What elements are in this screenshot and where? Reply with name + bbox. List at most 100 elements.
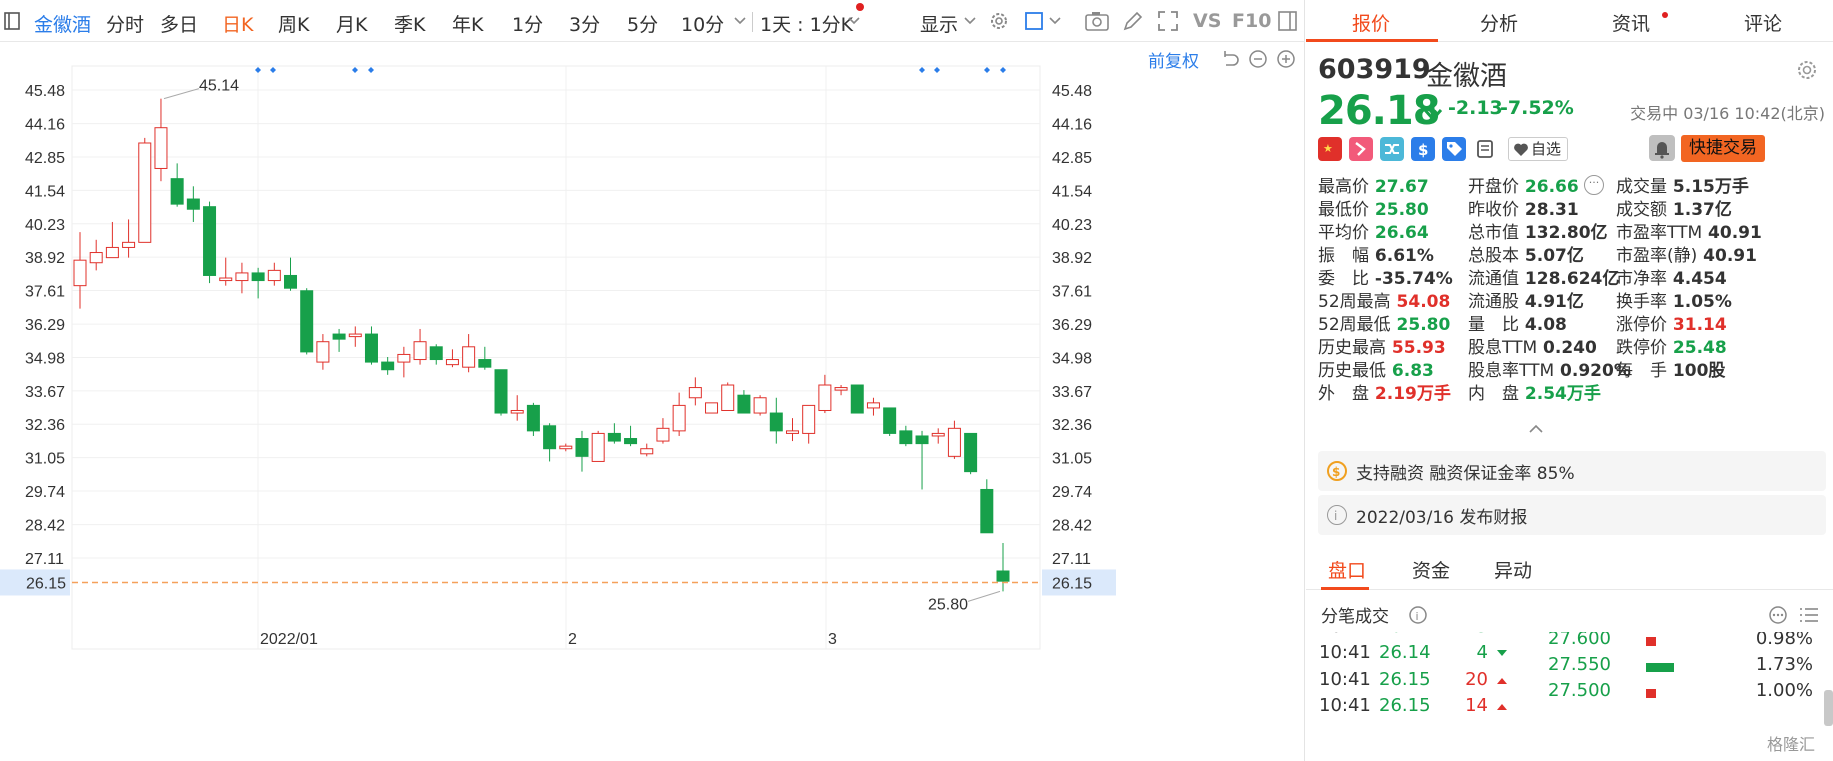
add-watchlist-button[interactable]: 自选 [1508,137,1568,161]
quick-trade-button[interactable]: 快捷交易 [1681,135,1765,162]
quote-stat: 换手率 1.05% [1616,287,1732,312]
book-price: 27.600 [1548,632,1611,649]
candle [980,488,994,534]
stat-label: 涨停价 [1616,315,1667,335]
event-marker-icon [270,67,276,73]
panel-toggle-icon[interactable] [1278,10,1298,32]
tab-anomaly[interactable]: 异动 [1494,556,1532,583]
stat-value: 128.624亿 [1519,269,1620,289]
gear-icon[interactable] [988,10,1010,32]
tick-row: 10:41 26.14 4 [1306,642,1546,670]
candle [510,409,524,414]
camera-icon[interactable] [1084,10,1110,32]
tab-capital[interactable]: 资金 [1412,556,1450,583]
margin-info-card[interactable]: $ 支持融资 融资保证金率 85% [1318,451,1826,491]
period-tab-multi-day[interactable]: 多日 [160,10,198,37]
period-tab-daily[interactable]: 日K [222,10,253,37]
document-icon[interactable] [1473,137,1497,161]
period-tab-yearly[interactable]: 年K [452,10,483,37]
info-icon[interactable]: i [1408,605,1428,625]
vs-compare-button[interactable]: VS [1193,10,1221,32]
tab-news[interactable]: 资讯 [1612,9,1650,36]
order-book-row: 27.550 1.73% [1538,654,1828,682]
active-tab-underline [1306,39,1438,42]
stat-value: 40.91 [1697,246,1757,266]
period-tab-3min[interactable]: 3分 [569,10,600,37]
svg-text:$: $ [1332,465,1340,479]
color-box-icon[interactable] [1024,10,1046,32]
stat-value: 28.31 [1519,200,1579,220]
chevron-down-icon[interactable] [848,17,860,25]
tick-price: 26.14 [1379,632,1431,637]
period-tab-1min[interactable]: 1分 [512,10,543,37]
triangle-up-icon [1497,678,1507,684]
y-tick-label-right: 36.29 [1052,317,1092,334]
more-icon[interactable]: ··· [1584,175,1604,195]
range-select[interactable]: 1天 : 1分K [760,10,853,37]
stat-value: 4.454 [1667,269,1727,289]
candle [947,427,961,457]
stock-name-label[interactable]: 金徽酒 [34,10,91,37]
candle [559,445,573,450]
stat-label: 最低价 [1318,200,1369,220]
quote-stat: 总股本 5.07亿 [1468,241,1584,266]
triangle-up-icon [1497,704,1507,710]
event-marker-icon [984,67,990,73]
alert-bell-icon[interactable] [1649,135,1675,161]
quote-stat: 平均价 26.64 [1318,218,1429,243]
stat-value: 27.67 [1369,177,1429,197]
more-icon[interactable] [1768,605,1788,625]
period-tab-quarterly[interactable]: 季K [394,10,425,37]
sidebar-toggle-icon[interactable] [4,12,20,30]
dollar-icon[interactable]: $ [1411,137,1435,161]
tab-comments[interactable]: 评论 [1744,9,1782,36]
tab-quote[interactable]: 报价 [1352,9,1390,36]
f10-button[interactable]: F10 [1232,10,1271,32]
pencil-icon[interactable] [1122,10,1144,32]
tab-analysis[interactable]: 分析 [1480,9,1518,36]
tag-icon[interactable] [1442,137,1466,161]
candlestick-chart[interactable]: 45.48 45.48 44.16 44.16 42.85 42.85 41.54 41.54… [0,42,1305,761]
report-info-card[interactable]: i 2022/03/16 发布财报 [1318,495,1826,535]
candle [397,353,411,363]
period-tab-weekly[interactable]: 周K [278,10,309,37]
fullscreen-icon[interactable] [1157,10,1179,32]
notification-dot [856,3,864,11]
quote-stat: 开盘价 26.66 [1468,172,1579,197]
shuffle-icon[interactable] [1380,137,1404,161]
stat-label: 52周最低 [1318,315,1391,335]
candle [672,404,686,432]
watch-label: 自选 [1531,140,1562,158]
display-menu[interactable]: 显示 [920,10,958,37]
settings-icon[interactable] [1795,58,1819,82]
order-book-row: 27.500 1.00% [1538,680,1828,708]
chevron-up-icon[interactable] [1528,424,1544,434]
candle [186,198,200,210]
quote-stat: 市净率 4.454 [1616,264,1727,289]
period-tab-monthly[interactable]: 月K [336,10,367,37]
hk-connect-icon[interactable] [1349,137,1373,161]
period-tab-fenshi[interactable]: 分时 [106,10,144,37]
tick-list-scrollbar[interactable] [1824,690,1833,726]
list-menu-icon[interactable] [1798,605,1820,625]
y-tick-label-left: 28.42 [25,518,65,535]
chevron-down-icon[interactable] [734,17,746,25]
stat-label: 开盘价 [1468,177,1519,197]
event-marker-icon [255,67,261,73]
candle [429,346,443,361]
period-tab-5min[interactable]: 5分 [627,10,658,37]
china-flag-icon[interactable]: ★ [1318,137,1342,161]
y-tick-label-right: 31.05 [1052,451,1092,468]
period-tab-10min[interactable]: 10分 [681,10,724,37]
candle [721,384,735,411]
book-percent: 1.73% [1755,654,1813,675]
candle [656,427,670,442]
chevron-down-icon[interactable] [964,17,976,25]
chevron-down-icon[interactable] [1049,17,1061,25]
tab-order-book[interactable]: 盘口 [1328,556,1366,583]
tick-list[interactable]: 10:4126.142510:4126.14410:4126.152010:41… [1306,632,1833,761]
candle [866,402,880,409]
y-tick-label-left: 41.54 [25,183,65,200]
margin-info-text: 支持融资 融资保证金率 85% [1356,464,1575,484]
quote-stat: 振 幅 6.61% [1318,241,1434,266]
